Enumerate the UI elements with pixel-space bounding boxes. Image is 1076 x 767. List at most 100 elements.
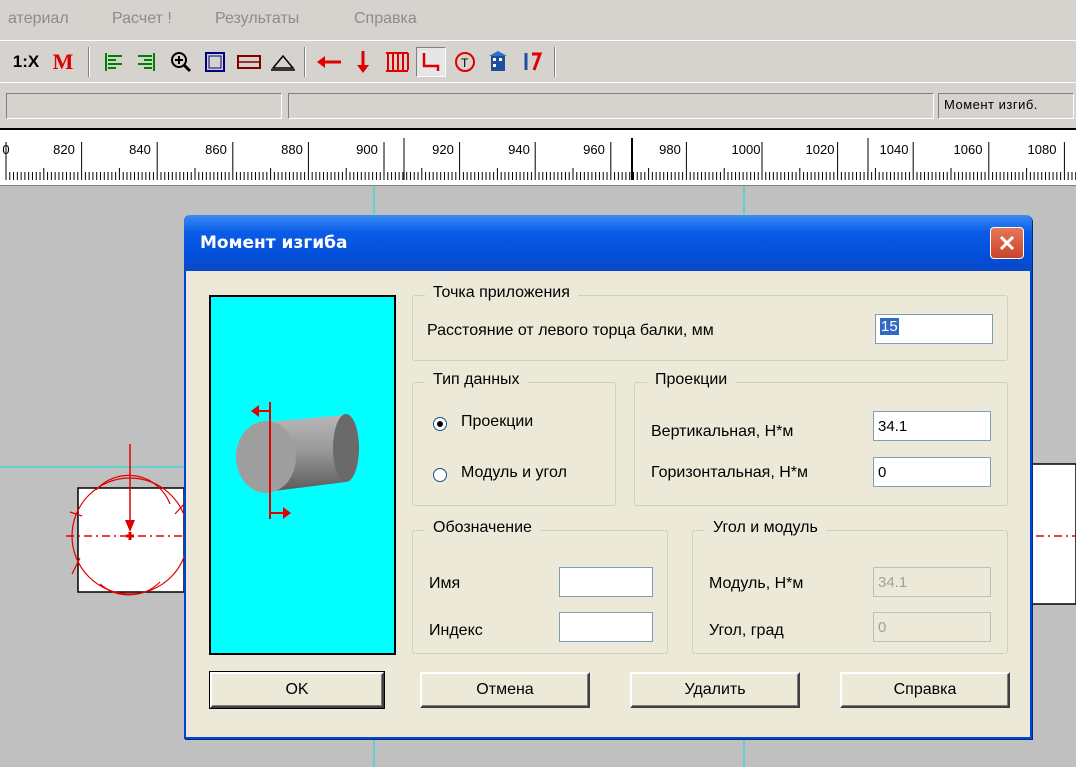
support-icon	[271, 54, 295, 71]
close-icon	[999, 235, 1015, 251]
index-input[interactable]	[559, 612, 653, 642]
ruler-label: 920	[432, 142, 454, 157]
torque-button[interactable]: T	[450, 47, 480, 77]
toolbar-separator	[88, 47, 90, 77]
torque-icon: T	[455, 52, 475, 72]
zoom-in-icon	[171, 52, 192, 73]
ruler-label: 900	[356, 142, 378, 157]
index-label: Индекс	[429, 622, 483, 639]
radio-projections-label[interactable]: Проекции	[461, 413, 533, 431]
status-panel-2	[288, 93, 934, 119]
distance-value: 15	[880, 318, 899, 335]
angle-modulus-caption: Угол и модуль	[705, 519, 826, 537]
angle-input	[873, 612, 991, 642]
dialog-title: Момент изгиба	[200, 233, 348, 253]
horizontal-input[interactable]	[873, 457, 991, 487]
radio-projections[interactable]	[433, 417, 447, 431]
ruler-label: 960	[583, 142, 605, 157]
moment-preview	[209, 295, 396, 655]
status-panel-1	[6, 93, 282, 119]
ruler-label: 840	[129, 142, 151, 157]
status-bar: Момент изгиб.	[0, 82, 1076, 128]
distance-label: Расстояние от левого торца балки, мм	[427, 322, 714, 339]
ruler-ticks	[5, 138, 1076, 180]
horizontal-label: Горизонтальная, Н*м	[651, 464, 809, 481]
moment-icon: M	[52, 49, 74, 74]
status-text: Момент изгиб.	[944, 97, 1038, 112]
delete-button[interactable]: Удалить	[630, 672, 800, 708]
close-button[interactable]	[990, 227, 1024, 259]
shaft-preview-icon	[236, 402, 359, 519]
zoom-in-button[interactable]	[166, 47, 196, 77]
menu-item-help[interactable]: Справка	[354, 10, 417, 28]
dialog-titlebar[interactable]: Момент изгиба	[184, 215, 1032, 271]
angle-label: Угол, град	[709, 622, 784, 639]
modulus-input	[873, 567, 991, 597]
radio-modulus-angle-label[interactable]: Модуль и угол	[461, 464, 567, 482]
distributed-load-button[interactable]	[382, 47, 412, 77]
section-icon	[237, 55, 261, 69]
name-label: Имя	[429, 575, 461, 592]
projections-group: Проекции Вертикальная, Н*м Горизонтальна…	[634, 371, 1008, 506]
data-type-caption: Тип данных	[425, 371, 528, 389]
section-button[interactable]	[234, 47, 264, 77]
force-left-icon	[317, 56, 341, 68]
name-input[interactable]	[559, 567, 653, 597]
ruler-label: 0	[2, 142, 10, 157]
force-left-button[interactable]	[314, 47, 344, 77]
bending-moment-button[interactable]	[416, 47, 446, 77]
ruler-label: 1040	[879, 142, 909, 157]
radio-modulus-angle[interactable]	[433, 468, 447, 482]
menu-item-calculation[interactable]: Расчет !	[112, 10, 172, 28]
ruler-label: 1060	[953, 142, 983, 157]
building-icon	[489, 51, 507, 71]
toolbar-separator	[304, 47, 306, 77]
scale-button[interactable]: 1:X	[8, 47, 44, 77]
application-point-caption: Точка приложения	[425, 284, 578, 302]
toolbar: 1:X M T	[0, 40, 1076, 82]
menu-bar: атериал Расчет ! Результаты Справка	[0, 0, 1076, 40]
ruler-label: 860	[205, 142, 227, 157]
rectangle-icon	[205, 52, 225, 72]
align-right-icon	[138, 53, 155, 71]
align-left-icon	[105, 53, 122, 71]
modulus-label: Модуль, Н*м	[709, 575, 804, 592]
ruler-label: 1020	[805, 142, 835, 157]
bending-moment-dialog: Момент изгиба Точка приложения Расстояни…	[184, 215, 1032, 739]
ruler-label: 940	[508, 142, 530, 157]
ruler-label: 820	[53, 142, 75, 157]
force-down-icon	[357, 51, 369, 73]
ruler-label: 880	[281, 142, 303, 157]
menu-item-material[interactable]: атериал	[8, 10, 69, 28]
ruler-label: 980	[659, 142, 681, 157]
help-button[interactable]: Справка	[840, 672, 1010, 708]
distributed-load-icon	[386, 52, 409, 72]
application-point-group: Точка приложения Расстояние от левого то…	[412, 284, 1008, 361]
ruler-label: 1000	[731, 142, 761, 157]
toolbar-separator	[554, 47, 556, 77]
cancel-button[interactable]: Отмена	[420, 672, 590, 708]
force-down-button[interactable]	[348, 47, 378, 77]
ruler: 0 820 840 860 880 900 920 940 960 980 10…	[0, 128, 1076, 186]
bending-moment-icon	[422, 53, 440, 71]
designation-group: Обозначение Имя Индекс	[412, 519, 668, 654]
rotation-icon	[524, 52, 543, 71]
angle-modulus-group: Угол и модуль Модуль, Н*м Угол, град	[692, 519, 1008, 654]
data-type-group: Тип данных Проекции Модуль и угол	[412, 371, 616, 506]
vertical-input[interactable]	[873, 411, 991, 441]
menu-item-results[interactable]: Результаты	[215, 10, 299, 28]
align-right-button[interactable]	[132, 47, 162, 77]
ok-button[interactable]: OK	[209, 671, 385, 709]
ruler-label: 1080	[1027, 142, 1057, 157]
distance-input[interactable]: 15	[875, 314, 993, 344]
rotation-button[interactable]	[518, 47, 548, 77]
building-button[interactable]	[484, 47, 514, 77]
designation-caption: Обозначение	[425, 519, 540, 537]
support-button[interactable]	[268, 47, 298, 77]
scale-icon: 1:X	[12, 52, 40, 71]
rectangle-button[interactable]	[200, 47, 230, 77]
svg-text:T: T	[461, 56, 469, 70]
align-left-button[interactable]	[98, 47, 128, 77]
projections-caption: Проекции	[647, 371, 736, 389]
moment-button[interactable]: M	[48, 47, 78, 77]
